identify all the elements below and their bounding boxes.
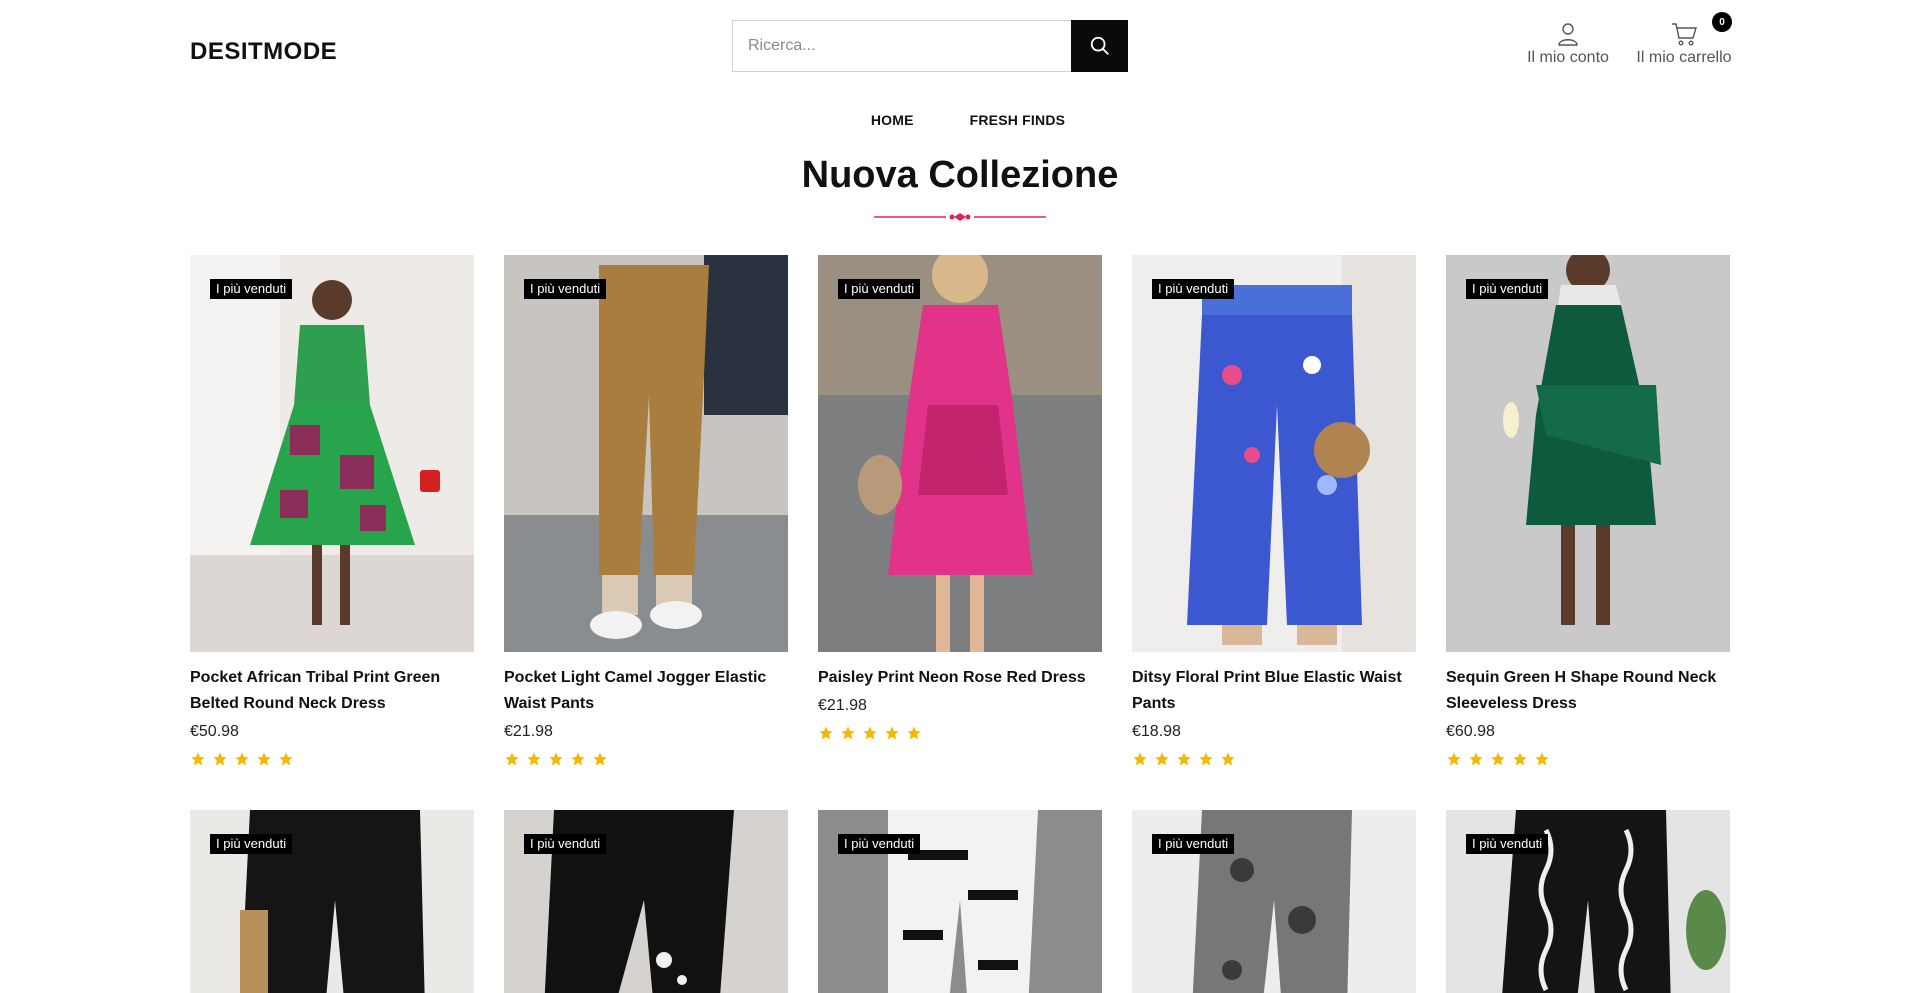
product-image[interactable]: I più venduti [818,255,1102,652]
product-rating [504,751,788,767]
product-card: I più venduti Pocket African Tribal Prin… [190,255,474,767]
product-photo-pink-dress [818,255,1102,652]
star-icon [527,752,541,766]
product-card: I più venduti [190,810,474,993]
star-icon [819,726,833,740]
user-icon [1558,23,1578,46]
product-name[interactable]: Paisley Print Neon Rose Red Dress [818,665,1102,691]
star-icon [1535,752,1549,766]
star-icon [1221,752,1235,766]
star-icon [1447,752,1461,766]
product-photo-blue-pants [1132,255,1416,652]
cart-label: Il mio carrello [1636,49,1732,66]
product-card: I più venduti Paisley Print Neon Rose Re… [818,255,1102,741]
site-header: DESITMODE Il mio conto Il mio carr [0,0,1920,100]
search-icon [1090,36,1109,55]
bestseller-badge: I più venduti [1152,279,1235,299]
search-input[interactable] [732,20,1071,72]
product-photo-dress-green [190,255,474,652]
bestseller-badge: I più venduti [524,279,607,299]
product-image[interactable]: I più venduti [1446,810,1730,993]
product-card: I più venduti Ditsy Floral Print Blue El… [1132,255,1416,767]
star-icon [549,752,563,766]
section-title: Nuova Collezione [801,154,1119,196]
product-card: I più venduti Pocket Light Camel Jogger … [504,255,788,767]
product-card: I più venduti [818,810,1102,993]
search-bar [732,20,1128,72]
star-icon [1133,752,1147,766]
search-button[interactable] [1071,20,1128,72]
product-card: I più venduti Sequin Green H Shape Round… [1446,255,1730,767]
star-icon [571,752,585,766]
star-icon [841,726,855,740]
product-photo-green-sequin-dress [1446,255,1730,652]
star-icon [235,752,249,766]
star-icon [1155,752,1169,766]
star-icon [257,752,271,766]
product-price: €21.98 [504,723,553,740]
brand-logo[interactable]: DESITMODE [190,38,337,66]
cart-count-badge: 0 [1712,12,1732,32]
product-image[interactable]: I più venduti [1132,255,1416,652]
star-icon [213,752,227,766]
star-icon [191,752,205,766]
product-image[interactable]: I più venduti [1446,255,1730,652]
bestseller-badge: I più venduti [210,279,293,299]
bestseller-badge: I più venduti [210,834,293,854]
bestseller-badge: I più venduti [838,279,921,299]
cart-icon [1672,23,1697,46]
star-icon [885,726,899,740]
star-icon [1513,752,1527,766]
product-rating [1132,751,1416,767]
product-image[interactable]: I più venduti [190,255,474,652]
product-card: I più venduti [1132,810,1416,993]
star-icon [279,752,293,766]
product-price: €18.98 [1132,723,1181,740]
title-divider-ornament [874,213,1046,221]
product-name[interactable]: Sequin Green H Shape Round Neck Sleevele… [1446,665,1730,717]
bestseller-badge: I più venduti [524,834,607,854]
product-image[interactable]: I più venduti [1132,810,1416,993]
nav-item-home[interactable]: HOME [855,112,914,128]
bestseller-badge: I più venduti [1466,279,1549,299]
product-photo-camel-pants [504,255,788,652]
account-link[interactable]: Il mio conto [1520,20,1616,72]
product-price: €21.98 [818,697,867,714]
star-icon [1491,752,1505,766]
star-icon [593,752,607,766]
star-icon [863,726,877,740]
bestseller-badge: I più venduti [1152,834,1235,854]
product-name[interactable]: Pocket Light Camel Jogger Elastic Waist … [504,665,788,717]
product-card: I più venduti [1446,810,1730,993]
star-icon [505,752,519,766]
product-price: €60.98 [1446,723,1495,740]
product-image[interactable]: I più venduti [504,810,788,993]
product-image[interactable]: I più venduti [504,255,788,652]
product-rating [190,751,474,767]
product-price: €50.98 [190,723,239,740]
nav-item-fresh-finds[interactable]: FRESH FINDS [954,112,1066,128]
bestseller-badge: I più venduti [838,834,921,854]
star-icon [1177,752,1191,766]
product-rating [1446,751,1730,767]
product-rating [818,725,1102,741]
product-name[interactable]: Pocket African Tribal Print Green Belted… [190,665,474,717]
product-image[interactable]: I più venduti [190,810,474,993]
account-label: Il mio conto [1527,49,1609,66]
product-image[interactable]: I più venduti [818,810,1102,993]
star-icon [1469,752,1483,766]
product-name[interactable]: Ditsy Floral Print Blue Elastic Waist Pa… [1132,665,1416,717]
star-icon [1199,752,1213,766]
product-card: I più venduti [504,810,788,993]
star-icon [907,726,921,740]
bestseller-badge: I più venduti [1466,834,1549,854]
main-nav: HOME FRESH FINDS [0,112,1920,128]
